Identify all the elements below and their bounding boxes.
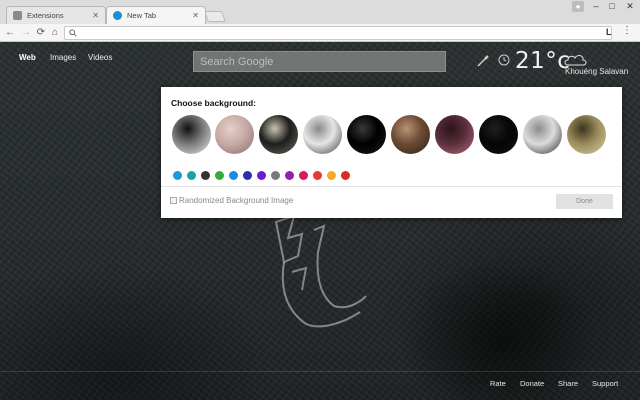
bg-thumb-7[interactable] [435,115,474,154]
footer-divider [0,371,640,372]
tab-title: Extensions [27,11,64,20]
color-swatch[interactable] [271,171,280,180]
new-tab-button[interactable] [203,11,227,22]
weather-location: Khouéng Salavan [565,67,629,76]
maximize-icon[interactable]: □ [604,0,620,12]
tab-extensions[interactable]: Extensions ✕ [6,6,106,24]
color-swatch[interactable] [173,171,182,180]
footer-link-donate[interactable]: Donate [520,379,544,388]
reload-icon[interactable]: ⟳ [35,26,47,40]
color-swatch[interactable] [299,171,308,180]
done-button[interactable]: Done [556,194,613,209]
color-swatch[interactable] [215,171,224,180]
color-swatch[interactable] [201,171,210,180]
bg-thumb-3[interactable] [259,115,298,154]
color-swatch[interactable] [229,171,238,180]
bg-thumb-2[interactable] [215,115,254,154]
color-swatch[interactable] [313,171,322,180]
color-swatch[interactable] [285,171,294,180]
home-icon[interactable]: ⌂ [49,26,61,40]
choose-background-dialog: Choose background: Randomized Background… [161,87,622,218]
dialog-divider [161,186,622,187]
bg-thumb-6[interactable] [391,115,430,154]
background-l-symbol [274,214,367,328]
bg-thumb-1[interactable] [172,115,211,154]
randomize-checkbox[interactable] [170,197,177,204]
new-tab-page: Web Images Videos 21°c Khouéng Salavan R… [0,42,640,400]
tab-strip: Extensions ✕ New Tab ✕ ● – □ ✕ [0,0,640,24]
bg-thumb-5[interactable] [347,115,386,154]
search-nav-videos[interactable]: Videos [88,53,112,62]
dialog-title: Choose background: [171,98,257,108]
bg-thumb-9[interactable] [523,115,562,154]
clock-icon[interactable] [498,54,510,66]
profile-icon[interactable]: ● [572,1,584,12]
footer-link-share[interactable]: Share [558,379,578,388]
footer-link-rate[interactable]: Rate [490,379,506,388]
close-tab-icon[interactable]: ✕ [192,11,199,20]
extension-icon[interactable]: L [606,27,612,37]
minimize-icon[interactable]: – [588,0,604,12]
back-icon[interactable]: ← [4,26,16,40]
bg-thumb-4[interactable] [303,115,342,154]
address-bar[interactable] [64,26,612,40]
color-swatch[interactable] [187,171,196,180]
bg-thumb-8[interactable] [479,115,518,154]
color-swatch[interactable] [257,171,266,180]
randomize-label: Randomized Background Image [179,196,294,205]
color-swatch[interactable] [327,171,336,180]
footer-link-support[interactable]: Support [592,379,618,388]
background-silhouette [380,192,640,400]
color-swatch[interactable] [341,171,350,180]
paintbrush-icon[interactable] [476,54,490,68]
search-nav-images[interactable]: Images [50,53,76,62]
search-icon [69,29,77,37]
cloud-icon [564,55,587,66]
puzzle-icon [13,11,22,20]
close-tab-icon[interactable]: ✕ [92,11,99,20]
kebab-menu-icon[interactable]: ⋮ [622,25,632,36]
forward-icon[interactable]: → [20,26,32,40]
close-window-icon[interactable]: ✕ [622,0,638,12]
tab-new-tab[interactable]: New Tab ✕ [106,6,206,24]
search-nav-web[interactable]: Web [19,53,36,62]
search-input[interactable] [193,51,446,72]
newtab-favicon [113,11,122,20]
bg-thumb-10[interactable] [567,115,606,154]
browser-toolbar: ← → ⟳ ⌂ L ⋮ [0,24,640,42]
tab-title: New Tab [127,11,157,20]
color-swatch[interactable] [243,171,252,180]
